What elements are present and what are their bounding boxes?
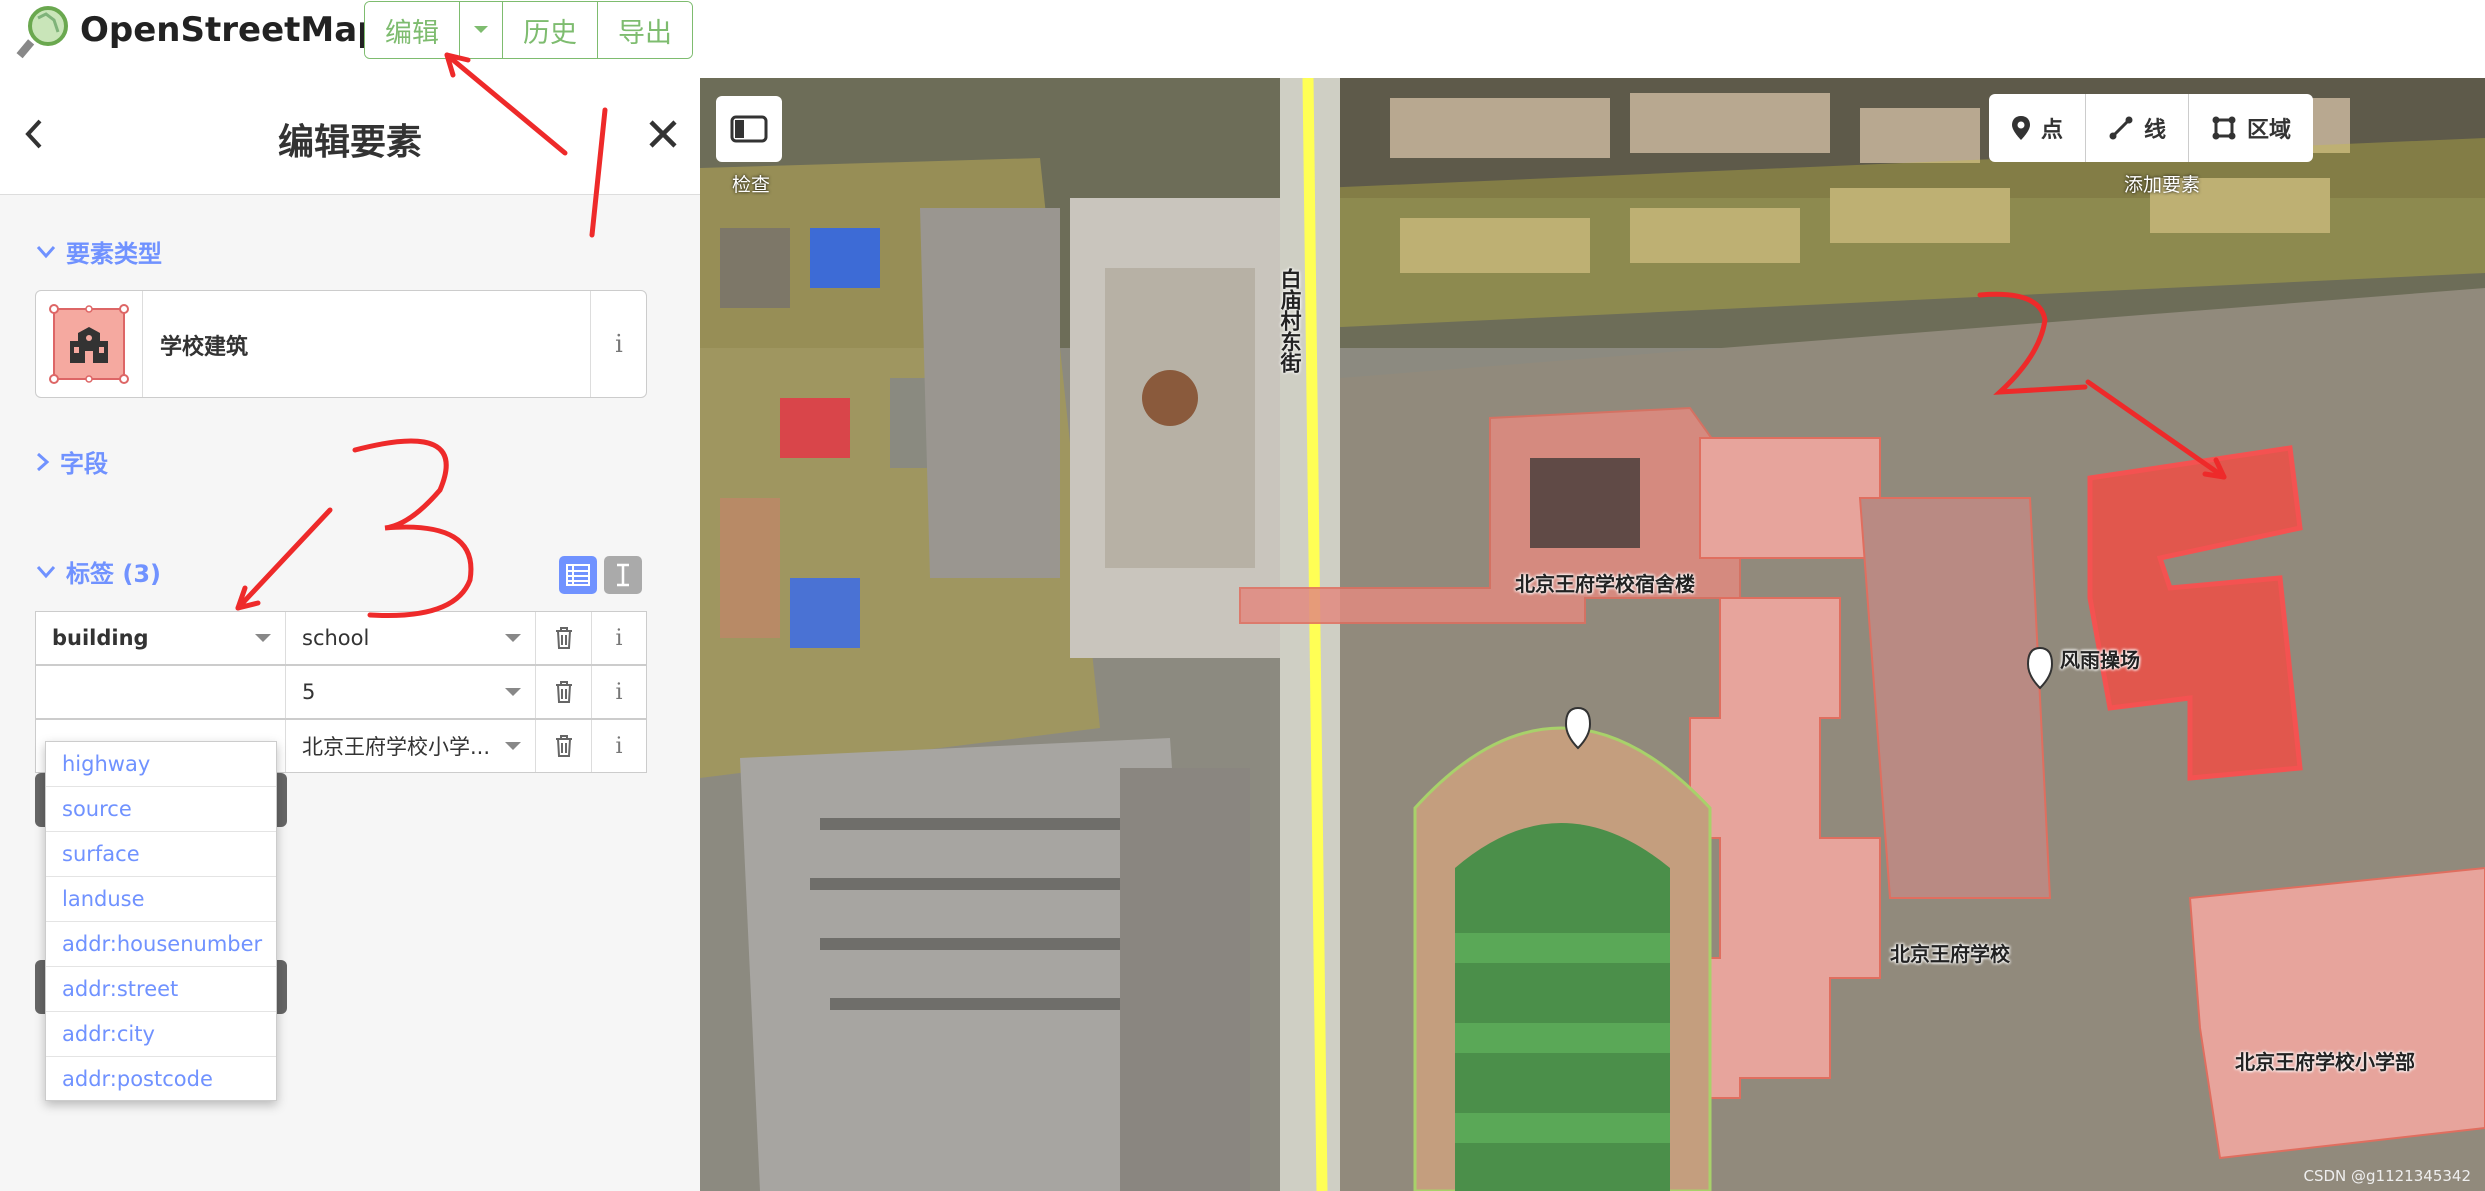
key-suggestion-dropdown: highway source surface landuse addr:hous… <box>45 741 277 1101</box>
top-header: OpenStreetMap 编辑 历史 导出 <box>0 0 2485 78</box>
tag-row: building school i <box>35 611 647 665</box>
dropdown-caret-icon[interactable] <box>505 634 521 642</box>
tag-value-input[interactable]: school <box>286 612 536 664</box>
delete-tag-button[interactable] <box>536 666 592 718</box>
preset-info-button[interactable]: i <box>590 291 647 397</box>
point-pin-icon <box>2012 116 2030 140</box>
add-area-button[interactable]: 区域 <box>2189 94 2313 162</box>
fields-section-header[interactable]: 字段 <box>36 444 108 479</box>
preset-card[interactable]: 学校建筑 i <box>35 290 647 398</box>
sidebar-header: 编辑要素 <box>0 78 700 195</box>
edit-button[interactable]: 编辑 <box>365 2 460 58</box>
preset-section-header[interactable]: 要素类型 <box>36 234 162 269</box>
suggestion-option[interactable]: addr:housenumber <box>46 922 276 967</box>
suggestion-option[interactable]: landuse <box>46 877 276 922</box>
suggestion-option[interactable]: highway <box>46 742 276 787</box>
sidebar-toggle-icon <box>730 115 768 143</box>
add-area-label: 区域 <box>2247 118 2292 143</box>
dropdown-caret-icon[interactable] <box>505 742 521 750</box>
preset-section-label: 要素类型 <box>66 240 162 268</box>
text-cursor-icon <box>617 563 629 587</box>
tag-value-text: school <box>302 626 370 650</box>
map-label-primary[interactable]: 北京王府学校小学部 <box>2235 1046 2415 1075</box>
add-point-button[interactable]: 点 <box>1989 94 2087 162</box>
tag-info-button[interactable]: i <box>592 666 646 718</box>
list-icon <box>566 564 590 586</box>
map-canvas[interactable]: 白庙村东街 北京王府学校宿舍楼 风雨操场 北京王府学校 北京王府学校小学部 检查… <box>700 78 2485 1191</box>
line-icon <box>2109 116 2133 140</box>
preset-icon-box <box>36 291 143 397</box>
brand-name[interactable]: OpenStreetMap <box>80 10 382 50</box>
tag-key-input[interactable] <box>36 666 286 718</box>
trash-icon <box>555 681 572 703</box>
info-icon: i <box>615 625 623 651</box>
dropdown-caret-icon[interactable] <box>505 688 521 696</box>
inspect-caption: 检查 <box>732 174 771 196</box>
info-icon: i <box>615 733 623 759</box>
add-line-label: 线 <box>2144 118 2167 143</box>
trash-icon <box>555 627 572 649</box>
map-label-dorm[interactable]: 北京王府学校宿舍楼 <box>1515 568 1695 597</box>
suggestion-option[interactable]: addr:postcode <box>46 1057 276 1101</box>
trash-icon <box>555 735 572 757</box>
suggestion-option[interactable]: surface <box>46 832 276 877</box>
preset-name: 学校建筑 <box>160 335 249 360</box>
list-view-button[interactable] <box>559 556 597 594</box>
editor-sidebar: 编辑要素 要素类型 学校建筑 i 字段 标签 (3) building scho… <box>0 78 701 1191</box>
close-button[interactable] <box>648 114 678 158</box>
tag-info-button[interactable]: i <box>592 612 646 664</box>
tag-info-button[interactable]: i <box>592 720 646 772</box>
satellite-imagery <box>700 78 2485 1191</box>
suggestion-option[interactable]: source <box>46 787 276 832</box>
add-line-button[interactable]: 线 <box>2086 94 2190 162</box>
chevron-right-icon <box>37 452 50 471</box>
watermark: CSDN @g1121345342 <box>2303 1167 2472 1185</box>
tag-value-input[interactable]: 5 <box>286 666 536 718</box>
tags-section-header[interactable]: 标签 (3) <box>36 554 161 589</box>
dropdown-caret-icon[interactable] <box>255 634 271 642</box>
area-icon <box>2212 116 2236 140</box>
info-icon: i <box>615 679 623 705</box>
info-icon: i <box>615 330 623 358</box>
history-button[interactable]: 历史 <box>503 2 598 58</box>
delete-tag-button[interactable] <box>536 612 592 664</box>
tag-value-input[interactable]: 北京王府学校小学... <box>286 720 536 772</box>
export-button[interactable]: 导出 <box>598 2 692 58</box>
chevron-down-icon <box>36 245 56 258</box>
delete-tag-button[interactable] <box>536 720 592 772</box>
close-icon <box>649 120 677 148</box>
add-feature-toolbar: 点 线 区域 <box>1989 94 2314 162</box>
tag-key-text: building <box>52 626 149 650</box>
tags-section-label: 标签 (3) <box>66 560 161 588</box>
school-building-icon <box>49 304 129 384</box>
suggestion-option[interactable]: addr:city <box>46 1012 276 1057</box>
road-label: 白庙村东街 <box>1278 268 1302 373</box>
text-view-button[interactable] <box>604 556 642 594</box>
suggestion-option[interactable]: addr:street <box>46 967 276 1012</box>
tag-row: 5 i <box>35 665 647 719</box>
sidebar-title: 编辑要素 <box>277 122 422 163</box>
map-label-school[interactable]: 北京王府学校 <box>1890 938 2010 967</box>
tag-value-text: 北京王府学校小学... <box>302 735 491 759</box>
caret-down-icon <box>474 26 488 33</box>
chevron-down-icon <box>36 565 56 578</box>
edit-dropdown-button[interactable] <box>460 2 503 58</box>
add-point-label: 点 <box>2041 118 2064 143</box>
fields-section-label: 字段 <box>60 450 108 478</box>
inspect-button[interactable] <box>716 96 782 162</box>
top-nav: 编辑 历史 导出 <box>364 1 693 59</box>
tag-key-input[interactable]: building <box>36 612 286 664</box>
add-feature-caption: 添加要素 <box>2124 174 2201 196</box>
osm-logo-icon <box>16 6 68 59</box>
tag-value-text: 5 <box>302 680 316 704</box>
map-label-field[interactable]: 风雨操场 <box>2060 644 2140 673</box>
